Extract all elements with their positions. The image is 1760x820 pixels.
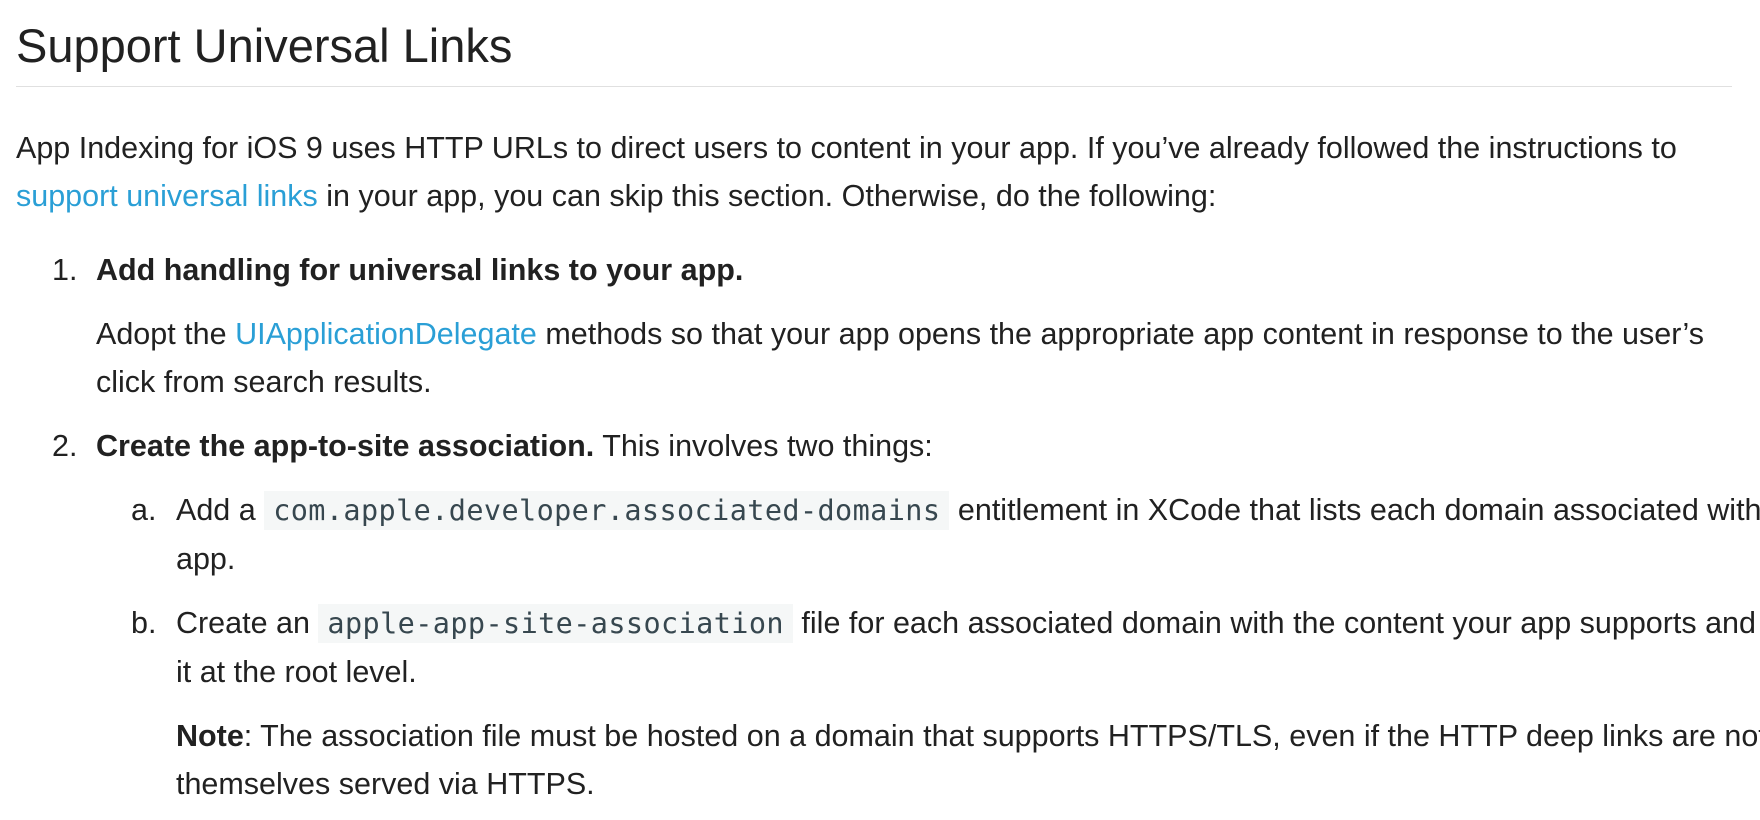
intro-text-start: App Indexing for iOS 9 uses HTTP URLs to… [16,131,1677,166]
step-description-start: Adopt the [96,317,236,352]
substep-item: b. Create an apple-app-site-association … [96,599,1760,808]
step-heading: Add handling for universal links to your… [96,246,1746,294]
steps-list: 1. Add handling for universal links to y… [16,246,1760,808]
note-label: Note [176,719,244,754]
substep-letter: b. [131,606,157,641]
step-description: Adopt the UIApplicationDelegate methods … [96,310,1736,406]
step-item: 1. Add handling for universal links to y… [16,246,1746,406]
step-number: 1. [52,253,78,288]
page-title: Support Universal Links [16,0,1732,88]
note-text: : The association file must be hosted on… [176,719,1760,802]
substep-letter: a. [131,493,157,528]
step-item: 2. Create the app-to-site association. T… [16,422,1760,808]
step-heading: Create the app-to-site association. This… [96,422,1746,470]
documentation-page: Support Universal Links App Indexing for… [0,0,1760,808]
step-title: Add handling for universal links to your… [96,253,744,288]
intro-paragraph: App Indexing for iOS 9 uses HTTP URLs to… [16,124,1736,220]
uiapplicationdelegate-link[interactable]: UIApplicationDelegate [235,317,537,351]
inline-code: apple-app-site-association [318,604,793,644]
substep-text-start: Add a [176,493,265,528]
substeps-list: a. Add a com.apple.developer.associated-… [96,486,1760,808]
intro-text-end: in your app, you can skip this section. … [317,179,1217,214]
substep-text-start: Create an [176,606,319,641]
note-paragraph: Note: The association file must be hoste… [176,712,1760,808]
substep-item: a. Add a com.apple.developer.associated-… [96,486,1760,583]
inline-code: com.apple.developer.associated-domains [264,491,950,531]
step-title: Create the app-to-site association. [96,429,595,464]
step-title-suffix: This involves two things: [594,429,933,464]
step-number: 2. [52,429,78,464]
support-universal-links-link[interactable]: support universal links [16,179,318,213]
